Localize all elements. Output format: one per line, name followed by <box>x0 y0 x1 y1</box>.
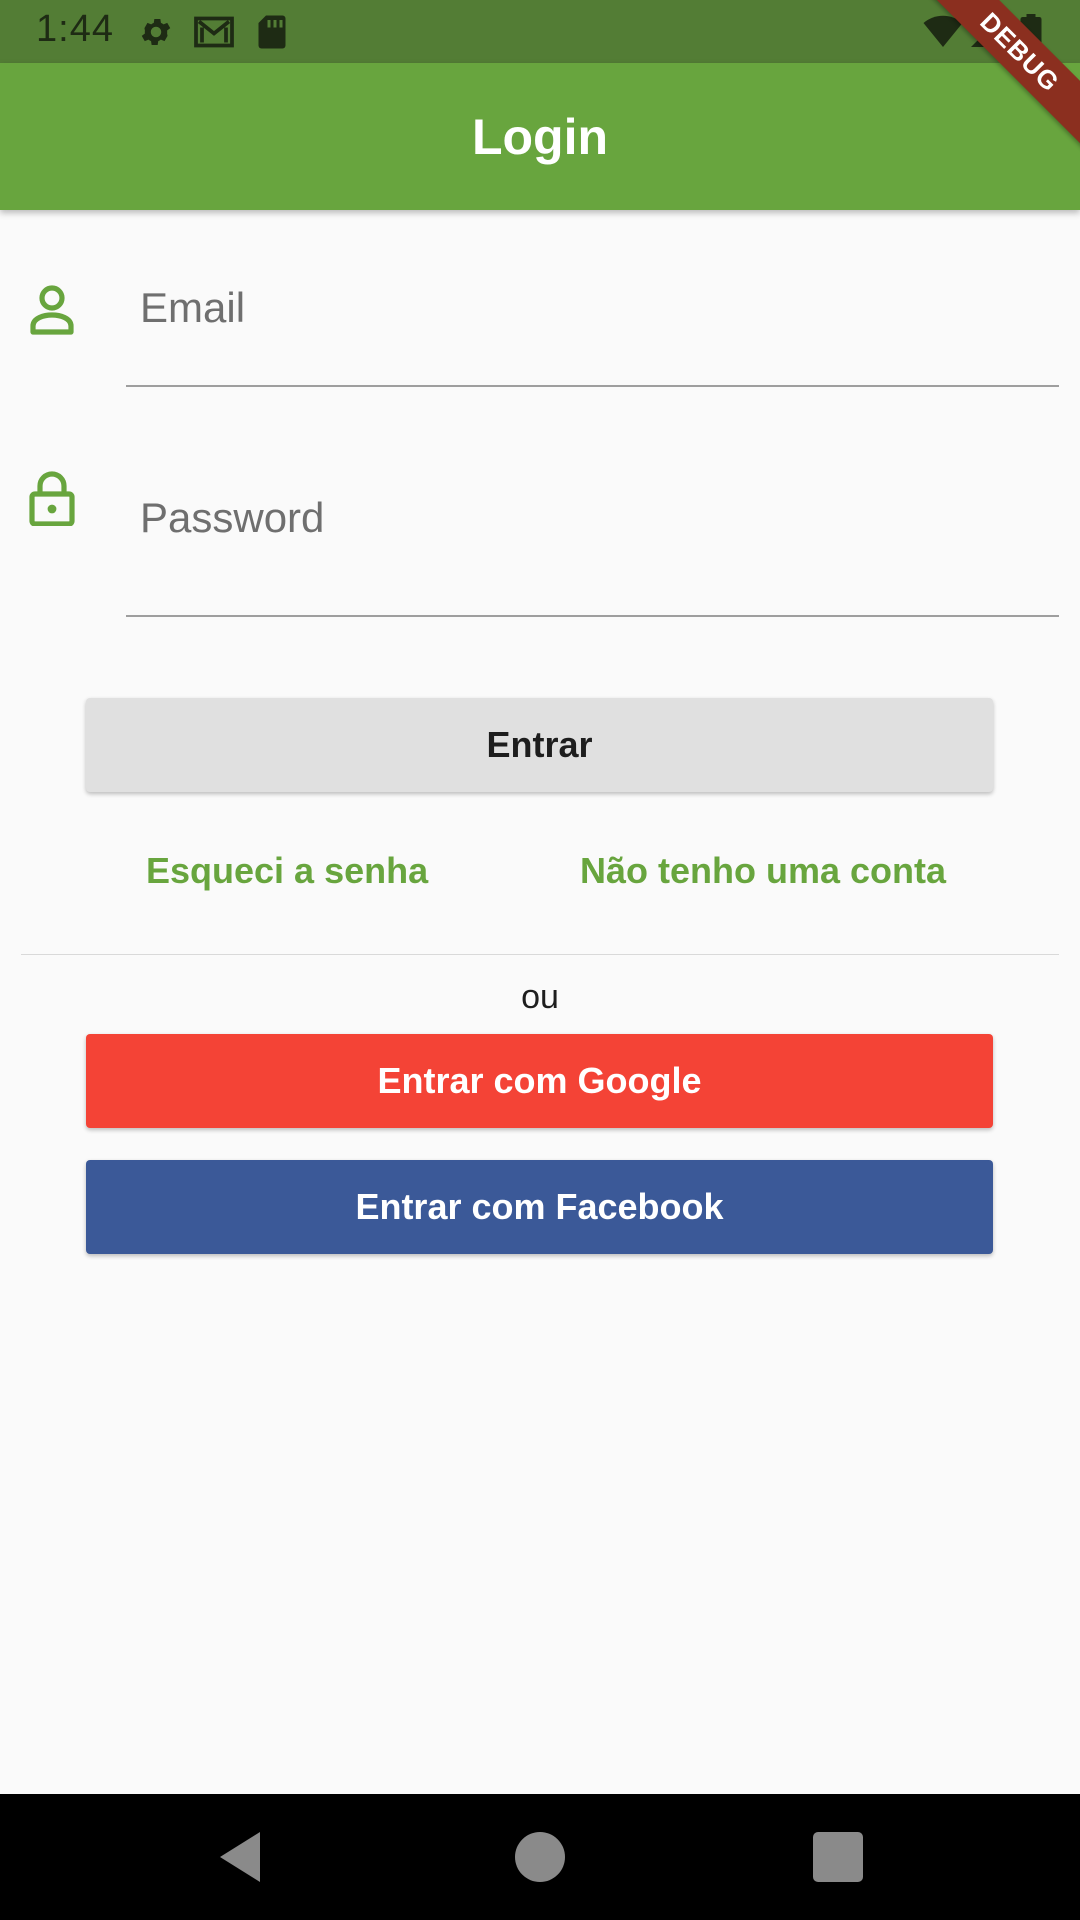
page-title: Login <box>471 109 609 165</box>
sd-card-icon <box>258 15 286 49</box>
facebook-login-button[interactable]: Entrar com Facebook <box>86 1160 993 1254</box>
settings-icon <box>141 18 171 46</box>
gmail-icon <box>194 16 234 48</box>
person-icon <box>30 285 74 335</box>
password-placeholder: Password <box>140 494 325 541</box>
separator-text: ou <box>521 978 559 1016</box>
status-time: 1:44 <box>36 8 114 50</box>
sign-up-link[interactable]: Não tenho uma conta <box>580 850 946 892</box>
google-login-button[interactable]: Entrar com Google <box>86 1034 993 1128</box>
app-bar: Login <box>0 63 1080 210</box>
divider <box>21 954 1059 955</box>
forgot-password-link[interactable]: Esqueci a senha <box>146 850 428 892</box>
lock-icon <box>29 471 75 526</box>
status-bar: 1:44 <box>0 0 1080 63</box>
login-screen: 1:44 DEBUG Login Email Password Entrar E… <box>0 0 1080 1920</box>
password-field[interactable]: Password <box>126 460 1059 617</box>
email-placeholder: Email <box>140 284 246 331</box>
email-field[interactable]: Email <box>126 270 1059 387</box>
navigation-bar <box>0 1794 1080 1920</box>
recents-icon[interactable] <box>808 1827 868 1887</box>
home-icon[interactable] <box>510 1827 570 1887</box>
back-icon[interactable] <box>210 1827 270 1887</box>
login-button[interactable]: Entrar <box>86 698 993 792</box>
